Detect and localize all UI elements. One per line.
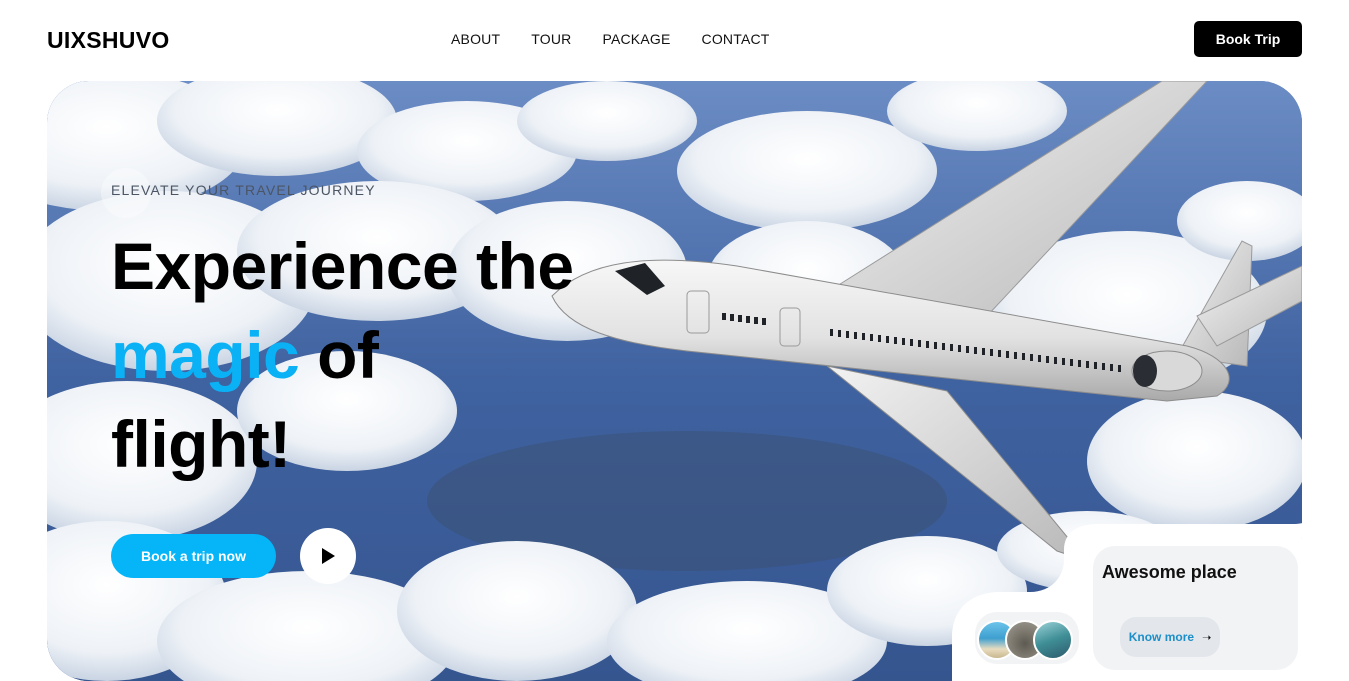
arrow-right-icon: ➝ xyxy=(1202,631,1212,644)
play-icon xyxy=(322,548,335,564)
know-more-label: Know more xyxy=(1128,630,1195,644)
headline-accent: magic xyxy=(111,318,300,392)
brand-logo[interactable]: UIXSHUVO xyxy=(47,27,170,54)
play-video-button[interactable] xyxy=(300,528,356,584)
nav-contact[interactable]: CONTACT xyxy=(702,31,770,47)
nav-package[interactable]: PACKAGE xyxy=(602,31,670,47)
hero-headline: Experience the magic of flight! xyxy=(111,222,574,489)
hero-eyebrow: ELEVATE YOUR TRAVEL JOURNEY xyxy=(111,182,376,198)
book-trip-now-button[interactable]: Book a trip now xyxy=(111,534,276,578)
headline-line-3: flight! xyxy=(111,407,291,481)
avatar-3[interactable] xyxy=(1033,620,1073,660)
card-title: Awesome place xyxy=(1102,562,1237,582)
headline-line-2-rest: of xyxy=(299,318,379,392)
nav-about[interactable]: ABOUT xyxy=(451,31,500,47)
know-more-button[interactable]: Know more ➝ xyxy=(1120,617,1220,657)
headline-line-2: magic of xyxy=(111,311,574,400)
nav-tour[interactable]: TOUR xyxy=(531,31,571,47)
main-nav: ABOUT TOUR PACKAGE CONTACT xyxy=(451,31,770,47)
book-trip-button[interactable]: Book Trip xyxy=(1194,21,1302,57)
headline-line-1: Experience the xyxy=(111,229,574,303)
